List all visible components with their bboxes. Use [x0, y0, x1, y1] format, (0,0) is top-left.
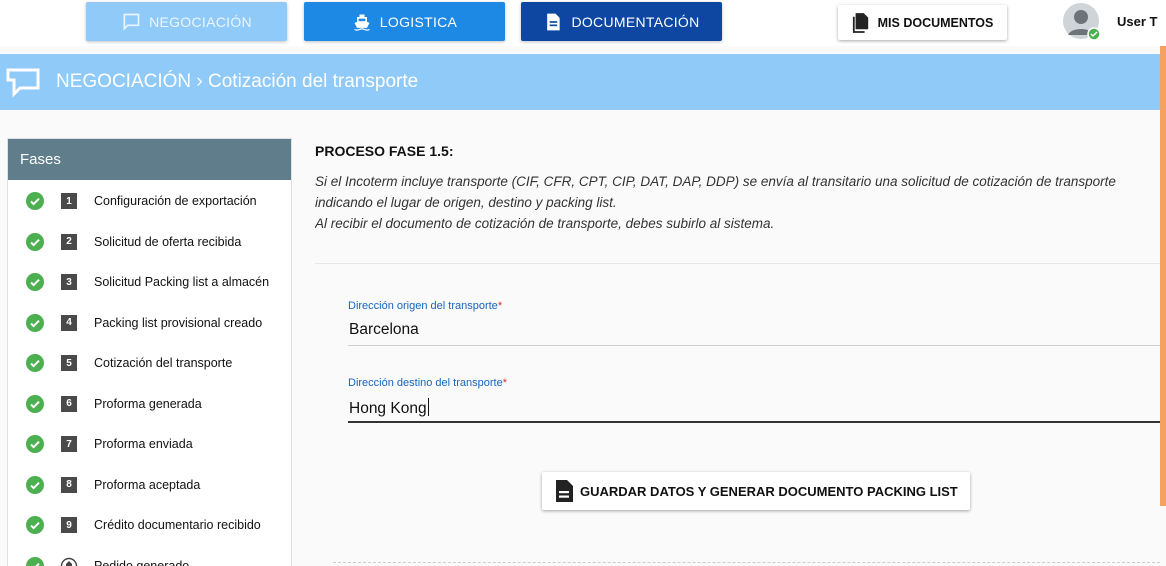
phase-label: Packing list provisional creado — [94, 315, 263, 330]
phase-item[interactable]: 5 Cotización del transporte — [8, 343, 291, 383]
phase-label: Proforma generada — [94, 396, 202, 411]
order-icon — [60, 557, 78, 566]
description-line: Al recibir el documento de cotización de… — [315, 216, 775, 231]
required-mark: * — [497, 300, 503, 312]
nav-documentacion-button[interactable]: DOCUMENTACIÓN — [521, 2, 722, 41]
app-root: NEGOCIACIÓN LOGISTICA DOCUMENTACIÓN MIS … — [0, 0, 1166, 566]
document-icon — [556, 480, 573, 502]
phase-number: 5 — [61, 355, 77, 371]
phase-label: Proforma aceptada — [94, 477, 201, 492]
phase-number: 6 — [61, 395, 77, 412]
origin-field-label: Dirección origen del transporte* — [348, 300, 502, 312]
text-cursor — [427, 398, 429, 416]
sidebar-title: Fases — [8, 139, 291, 180]
check-circle-icon — [26, 354, 44, 372]
phase-item[interactable]: 9 Crédito documentario recibido — [8, 505, 291, 545]
top-navigation: NEGOCIACIÓN LOGISTICA DOCUMENTACIÓN MIS … — [0, 0, 1166, 46]
check-circle-icon — [26, 556, 44, 566]
section-header: NEGOCIACIÓN › Cotización del transporte — [0, 54, 1166, 110]
check-circle-icon — [26, 475, 44, 494]
chat-bubble-icon — [6, 68, 40, 98]
destination-input-underline — [348, 421, 1160, 423]
phase-label: Configuración de exportación — [94, 194, 257, 208]
required-mark: * — [502, 377, 507, 389]
destination-field-label: Dirección destino del transporte* — [348, 377, 507, 389]
destination-label-text: Dirección destino del transporte — [348, 377, 503, 389]
phase-number: 1 — [61, 193, 77, 209]
check-circle-icon — [26, 232, 44, 251]
nav-documentacion-label: DOCUMENTACIÓN — [571, 13, 700, 30]
phase-number: 7 — [61, 436, 77, 452]
check-circle-icon — [26, 435, 44, 453]
avatar[interactable] — [1063, 3, 1101, 41]
phase-number: 8 — [61, 476, 77, 493]
phase-label: Solicitud de oferta recibida — [94, 234, 242, 249]
nav-negociacion-label: NEGOCIACIÓN — [149, 13, 252, 30]
check-circle-icon — [26, 394, 44, 413]
process-description: Si el Incoterm incluye transporte (CIF, … — [315, 171, 1160, 234]
phase-label: Solicitud Packing list a almacén — [94, 275, 270, 289]
check-circle-icon — [26, 313, 44, 332]
phase-item[interactable]: Pedido generado — [8, 546, 291, 566]
phase-item[interactable]: 2 Solicitud de oferta recibida — [8, 222, 291, 262]
phase-item[interactable]: 4 Packing list provisional creado — [8, 303, 291, 343]
description-line: Si el Incoterm incluye transporte (CIF, … — [315, 174, 1116, 189]
save-generate-button[interactable]: GUARDAR DATOS Y GENERAR DOCUMENTO PACKIN… — [542, 472, 970, 510]
scroll-edge — [1160, 46, 1166, 506]
nav-logistica-label: LOGISTICA — [379, 13, 458, 30]
phases-sidebar: Fases 1 Configuración de exportación 2 Soli… — [7, 138, 292, 566]
process-title: PROCESO FASE 1.5: — [315, 143, 454, 159]
check-circle-icon — [26, 516, 44, 534]
phase-item[interactable]: 6 Proforma generada — [8, 384, 291, 424]
phase-item[interactable]: 7 Proforma enviada — [8, 424, 291, 464]
page-title: NEGOCIACIÓN › Cotización del transporte — [56, 71, 419, 92]
save-button-label: GUARDAR DATOS Y GENERAR DOCUMENTO PACKIN… — [580, 483, 958, 499]
ship-icon — [354, 14, 370, 31]
origin-label-text: Dirección origen del transporte — [348, 300, 498, 312]
documents-icon — [852, 12, 868, 33]
phase-item[interactable]: 3 Solicitud Packing list a almacén — [8, 262, 291, 302]
phase-number: 9 — [61, 517, 77, 533]
description-line: indicando el lugar de origen, destino y … — [315, 195, 617, 210]
nav-logistica-button[interactable]: LOGISTICA — [304, 2, 505, 41]
phase-item[interactable]: 1 Configuración de exportación — [8, 181, 291, 221]
destination-input[interactable]: Hong Kong — [349, 398, 429, 418]
check-circle-icon — [26, 192, 44, 210]
user-name[interactable]: User T — [1117, 14, 1157, 29]
chat-bubble-icon — [123, 13, 140, 31]
phase-item[interactable]: 8 Proforma aceptada — [8, 465, 291, 505]
phase-label: Cotización del transporte — [94, 356, 233, 370]
dashed-divider — [333, 562, 1160, 563]
phase-number: 4 — [61, 314, 77, 331]
phase-label: Crédito documentario recibido — [94, 518, 261, 532]
origin-input-underline — [348, 345, 1160, 346]
origin-input[interactable]: Barcelona — [349, 321, 419, 339]
phase-number: 3 — [61, 274, 77, 290]
mis-documentos-label: MIS DOCUMENTOS — [877, 15, 994, 30]
phase-number: 2 — [61, 233, 77, 250]
mis-documentos-button[interactable]: MIS DOCUMENTOS — [838, 5, 1007, 40]
divider — [315, 263, 1160, 264]
destination-value: Hong Kong — [349, 400, 427, 417]
phase-label: Pedido generado — [94, 558, 190, 566]
nav-negociacion-button[interactable]: NEGOCIACIÓN — [86, 2, 287, 41]
document-icon — [547, 13, 561, 30]
phase-label: Proforma enviada — [94, 437, 193, 451]
check-circle-icon — [26, 273, 44, 291]
